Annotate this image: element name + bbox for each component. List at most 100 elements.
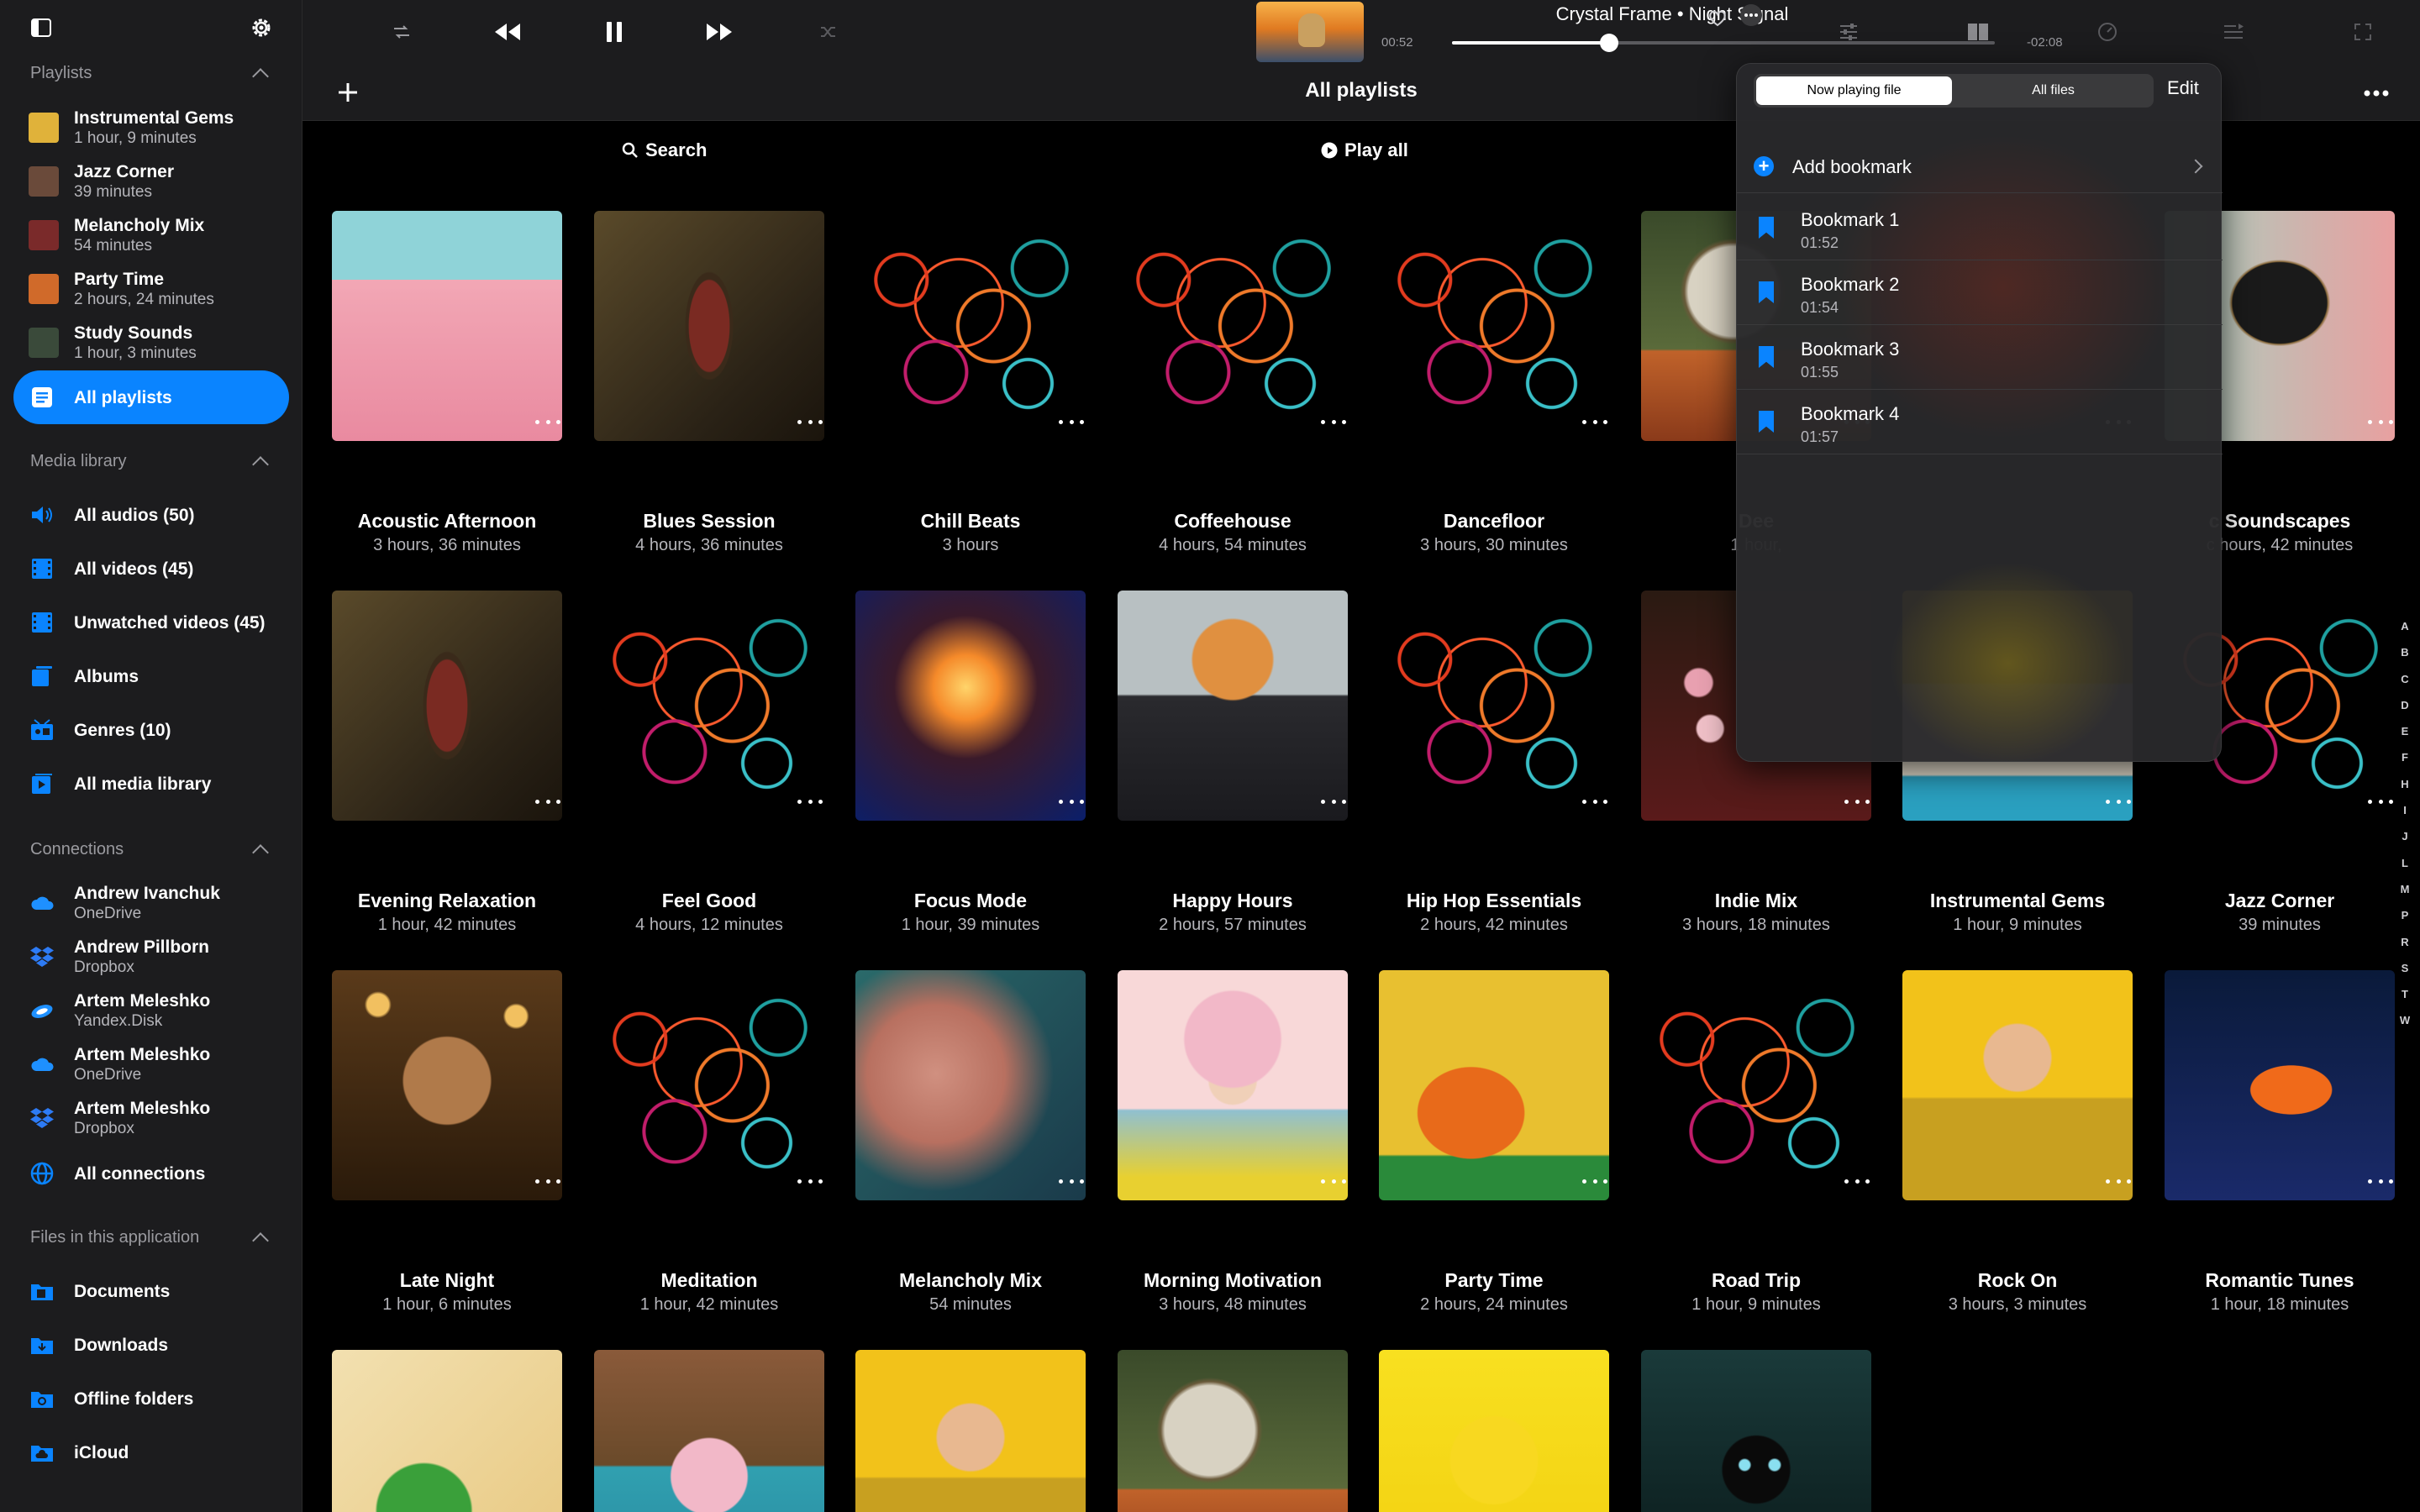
playlist-artwork[interactable] — [332, 591, 562, 821]
play-all-button[interactable]: Play all — [1321, 138, 1408, 163]
repeat-icon[interactable] — [387, 17, 417, 47]
sidebar-files-item[interactable]: Documents — [13, 1264, 289, 1318]
ellipsis-icon[interactable] — [1582, 416, 1607, 428]
seek-bar-knob[interactable] — [1600, 34, 1619, 52]
alphabet-letter[interactable]: W — [2400, 1007, 2410, 1033]
alphabet-letter[interactable]: L — [2402, 850, 2408, 876]
alphabet-letter[interactable]: E — [2402, 718, 2409, 744]
heart-icon[interactable] — [1702, 3, 1733, 34]
playlist-artwork[interactable] — [1379, 1350, 1609, 1512]
sidebar-toggle-icon[interactable] — [29, 15, 54, 40]
media-section-header[interactable]: Media library — [30, 449, 271, 474]
playlist-artwork[interactable] — [594, 211, 824, 441]
connections-section-header[interactable]: Connections — [30, 837, 271, 862]
rewind-icon[interactable] — [492, 17, 523, 47]
tab-all-files[interactable]: All files — [1955, 76, 2151, 105]
tab-now-playing-file[interactable]: Now playing file — [1756, 76, 1952, 105]
alphabet-letter[interactable]: I — [2403, 797, 2407, 823]
sidebar-playlist-item[interactable]: Instrumental Gems 1 hour, 9 minutes — [13, 101, 289, 155]
playlist-artwork[interactable] — [332, 211, 562, 441]
ellipsis-icon[interactable] — [797, 416, 823, 428]
alphabet-letter[interactable]: J — [2402, 823, 2407, 849]
sidebar-playlist-item[interactable]: Melancholy Mix 54 minutes — [13, 208, 289, 262]
sidebar-connection-item[interactable]: Artem Meleshko Dropbox — [13, 1091, 289, 1145]
bookmarks-toggle-icon[interactable] — [1963, 17, 1993, 47]
sidebar-connection-item[interactable]: Artem Meleshko OneDrive — [13, 1037, 289, 1091]
alphabet-letter[interactable]: P — [2402, 902, 2409, 928]
ellipsis-icon[interactable] — [1321, 795, 1346, 807]
seek-bar[interactable] — [1452, 34, 1995, 52]
search-button[interactable]: Search — [622, 138, 707, 163]
ellipsis-icon[interactable] — [535, 795, 560, 807]
alphabet-letter[interactable]: H — [2401, 771, 2408, 797]
playlist-artwork[interactable] — [855, 591, 1086, 821]
shuffle-icon[interactable] — [813, 17, 844, 47]
ellipsis-icon[interactable] — [797, 795, 823, 807]
alphabet-letter[interactable]: R — [2401, 929, 2408, 955]
sidebar-playlist-item[interactable]: Party Time 2 hours, 24 minutes — [13, 262, 289, 316]
bookmark-row[interactable]: Bookmark 2 01:54 — [1737, 260, 2223, 325]
alphabet-index[interactable]: ABCDEFHIJLMPRSTW — [2395, 613, 2415, 1034]
pause-icon[interactable] — [599, 17, 629, 47]
ellipsis-icon[interactable] — [2106, 795, 2131, 807]
bookmark-row[interactable]: Bookmark 4 01:57 — [1737, 390, 2223, 454]
sidebar-item-all-playlists[interactable]: All playlists — [13, 370, 289, 424]
alphabet-letter[interactable]: A — [2401, 613, 2408, 639]
ellipsis-icon[interactable] — [1059, 416, 1084, 428]
ellipsis-icon[interactable] — [535, 1175, 560, 1187]
playlist-artwork[interactable] — [1118, 211, 1348, 441]
sidebar-files-item[interactable]: Offline folders — [13, 1372, 289, 1425]
playlist-artwork[interactable] — [1118, 1350, 1348, 1512]
ellipsis-icon[interactable] — [1321, 1175, 1346, 1187]
alphabet-letter[interactable]: D — [2401, 692, 2408, 718]
sidebar-connection-item[interactable]: Artem Meleshko Yandex.Disk — [13, 984, 289, 1037]
sidebar-media-item[interactable]: All videos (45) — [13, 542, 289, 596]
alphabet-letter[interactable]: B — [2401, 639, 2408, 665]
fullscreen-icon[interactable] — [2348, 17, 2378, 47]
sidebar-playlist-item[interactable]: Jazz Corner 39 minutes — [13, 155, 289, 208]
playlist-artwork[interactable] — [1118, 970, 1348, 1200]
playlist-artwork[interactable] — [1902, 970, 2133, 1200]
playlist-artwork[interactable] — [594, 1350, 824, 1512]
sidebar-media-item[interactable]: All audios (50) — [13, 488, 289, 542]
alphabet-letter[interactable]: M — [2401, 876, 2410, 902]
ellipsis-icon[interactable] — [1059, 795, 1084, 807]
sidebar-files-item[interactable]: iCloud — [13, 1425, 289, 1479]
ellipsis-icon[interactable] — [2106, 1175, 2131, 1187]
ellipsis-icon[interactable] — [2368, 416, 2393, 428]
alphabet-letter[interactable]: T — [2402, 981, 2408, 1007]
add-bookmark-button[interactable]: + Add bookmark — [1737, 139, 2223, 193]
ellipsis-icon[interactable] — [1582, 1175, 1607, 1187]
ellipsis-icon[interactable] — [2368, 1175, 2393, 1187]
sidebar-media-item[interactable]: Genres (10) — [13, 703, 289, 757]
sidebar-item-all-connections[interactable]: All connections — [13, 1147, 289, 1200]
sidebar-media-item[interactable]: Unwatched videos (45) — [13, 596, 289, 649]
playlists-section-header[interactable]: Playlists — [30, 60, 271, 86]
ellipsis-icon[interactable] — [1582, 795, 1607, 807]
playlist-artwork[interactable] — [2165, 970, 2395, 1200]
sidebar-connection-item[interactable]: Andrew Pillborn Dropbox — [13, 930, 289, 984]
playlist-artwork[interactable] — [1379, 591, 1609, 821]
alphabet-letter[interactable]: F — [2402, 744, 2408, 770]
files-section-header[interactable]: Files in this application — [30, 1225, 271, 1250]
fast-forward-icon[interactable] — [704, 17, 734, 47]
speed-icon[interactable] — [2092, 17, 2123, 47]
playlist-artwork[interactable] — [594, 970, 824, 1200]
playlist-artwork[interactable] — [1118, 591, 1348, 821]
more-options-icon[interactable] — [1736, 0, 1766, 30]
playlist-artwork[interactable] — [855, 970, 1086, 1200]
alphabet-letter[interactable]: C — [2401, 666, 2408, 692]
bookmark-row[interactable]: Bookmark 1 01:52 — [1737, 196, 2223, 260]
ellipsis-icon[interactable] — [2368, 795, 2393, 807]
ellipsis-icon[interactable] — [1321, 416, 1346, 428]
sidebar-files-item[interactable]: Downloads — [13, 1318, 289, 1372]
equalizer-icon[interactable] — [1833, 17, 1864, 47]
ellipsis-icon[interactable] — [1844, 795, 1870, 807]
sidebar-media-item[interactable]: Albums — [13, 649, 289, 703]
sidebar-media-item[interactable]: All media library — [13, 757, 289, 811]
ellipsis-icon[interactable] — [1844, 1175, 1870, 1187]
ellipsis-icon[interactable] — [797, 1175, 823, 1187]
sidebar-connection-item[interactable]: Andrew Ivanchuk OneDrive — [13, 876, 289, 930]
queue-icon[interactable] — [2218, 17, 2249, 47]
playlist-artwork[interactable] — [1379, 211, 1609, 441]
